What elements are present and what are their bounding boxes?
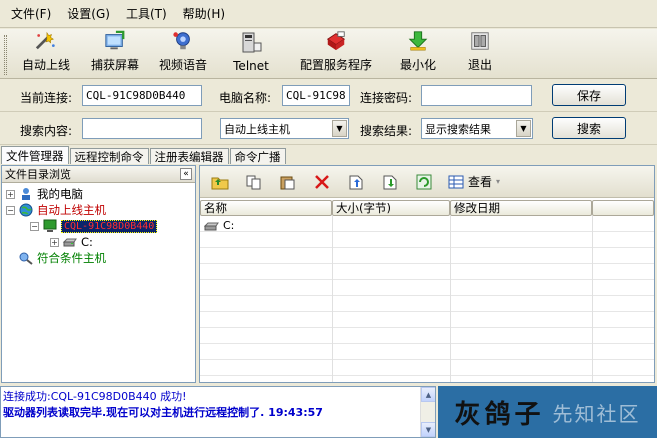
upload-button[interactable] xyxy=(342,170,370,194)
delete-button[interactable] xyxy=(308,170,336,194)
copy-button[interactable] xyxy=(240,170,268,194)
search-row: 搜索内容: 自动上线主机 ▼ 搜索结果: 显示搜索结果 ▼ 搜索 xyxy=(0,113,657,145)
paste-button[interactable] xyxy=(274,170,302,194)
search-button[interactable]: 搜索 xyxy=(552,117,626,139)
refresh-icon xyxy=(416,174,432,189)
view-menu-button[interactable]: 查看 ▾ xyxy=(444,173,504,190)
exit-button[interactable]: 退出 xyxy=(450,30,510,78)
column-size[interactable]: 大小(字节) xyxy=(332,200,450,216)
brand-panel: 灰鸽子 先知社区 xyxy=(438,386,657,438)
connection-password-field[interactable] xyxy=(421,85,532,106)
expand-icon[interactable]: + xyxy=(50,237,59,247)
search-content-label: 搜索内容: xyxy=(20,124,73,138)
collapse-pane-icon[interactable]: « xyxy=(180,168,192,180)
dropdown-arrow-icon: ▾ xyxy=(496,177,501,186)
chevron-down-icon[interactable]: ▼ xyxy=(516,120,531,137)
main-tabs: 文件管理器 远程控制命令 注册表编辑器 命令广播 xyxy=(0,146,657,164)
column-name[interactable]: 名称 xyxy=(200,200,332,216)
connection-password-label: 连接密码: xyxy=(360,91,413,105)
video-voice-icon xyxy=(173,32,190,50)
collapse-icon[interactable]: − xyxy=(6,205,15,215)
column-extra[interactable] xyxy=(592,200,654,216)
grid-view-icon xyxy=(448,175,464,188)
telnet-button[interactable]: Telnet xyxy=(216,30,286,78)
tree-node-my-computer[interactable]: + 我的电脑 xyxy=(6,186,83,202)
search-users-icon xyxy=(19,252,33,265)
tab-file-manager[interactable]: 文件管理器 xyxy=(1,146,69,164)
menu-settings[interactable]: 设置(G) xyxy=(64,3,113,24)
directory-tree-pane: 文件目录浏览 « + 我的电脑 − 自动上线主机 − CQL-91C98D0B4… xyxy=(1,165,196,383)
log-line-1: 连接成功:CQL-91C98D0B440 成功! xyxy=(3,390,187,403)
refresh-button[interactable] xyxy=(410,170,438,194)
file-list-body[interactable] xyxy=(200,216,654,382)
video-voice-button[interactable]: 视频语音 xyxy=(150,30,216,78)
paste-icon xyxy=(280,176,295,189)
current-connection-label: 当前连接: xyxy=(20,91,73,105)
tab-remote-control-commands[interactable]: 远程控制命令 xyxy=(69,148,149,164)
main-toolbar: 自动上线 捕获屏幕 视频语音 Telnet 配置服务程序 最小化 退出 xyxy=(0,29,657,79)
config-service-button[interactable]: 配置服务程序 xyxy=(286,30,386,78)
search-scope-select[interactable]: 自动上线主机 ▼ xyxy=(220,118,349,139)
monitor-icon xyxy=(43,219,57,232)
chevron-down-icon[interactable]: ▼ xyxy=(332,120,347,137)
file-list-header: 名称 大小(字节) 修改日期 xyxy=(200,200,654,216)
drive-icon xyxy=(204,222,219,230)
auto-online-button[interactable]: 自动上线 xyxy=(12,30,80,78)
download-button[interactable] xyxy=(376,170,404,194)
download-icon xyxy=(383,175,397,189)
tree-node-auto-online-hosts[interactable]: − 自动上线主机 xyxy=(6,202,106,218)
menu-help[interactable]: 帮助(H) xyxy=(180,3,228,24)
parent-folder-button[interactable] xyxy=(206,170,234,194)
tab-registry-editor[interactable]: 注册表编辑器 xyxy=(149,148,229,164)
copy-icon xyxy=(246,175,261,189)
save-button[interactable]: 保存 xyxy=(552,84,626,106)
log-scrollbar[interactable]: ▲ ▼ xyxy=(420,387,435,437)
person-computer-icon xyxy=(22,188,30,200)
upload-icon xyxy=(349,175,363,189)
status-log[interactable]: 连接成功:CQL-91C98D0B440 成功! 驱动器列表读取完毕.现在可以对… xyxy=(0,386,436,438)
menu-tools[interactable]: 工具(T) xyxy=(123,3,170,24)
tree-node-host[interactable]: − CQL-91C98D0B440 xyxy=(30,218,158,234)
minimize-button[interactable]: 最小化 xyxy=(386,30,450,78)
brand-logo: 灰鸽子 xyxy=(454,399,545,430)
expand-icon[interactable]: + xyxy=(6,189,15,199)
column-modified-date[interactable]: 修改日期 xyxy=(450,200,592,216)
telnet-computer-icon xyxy=(242,32,262,53)
tree-pane-header: 文件目录浏览 « xyxy=(2,166,195,183)
capture-screen-button[interactable]: 捕获屏幕 xyxy=(80,30,150,78)
menu-bar: 文件(F) 设置(G) 工具(T) 帮助(H) xyxy=(0,0,657,28)
current-connection-field[interactable] xyxy=(82,85,202,106)
config-service-icon xyxy=(326,31,346,51)
collapse-icon[interactable]: − xyxy=(30,221,39,231)
globe-icon xyxy=(19,203,33,217)
tree-node-matched-hosts[interactable]: 符合条件主机 xyxy=(18,250,106,266)
scroll-down-icon[interactable]: ▼ xyxy=(421,422,435,437)
minimize-arrow-icon xyxy=(408,31,428,51)
screen-capture-icon xyxy=(105,30,125,50)
tree-pane-title: 文件目录浏览 xyxy=(5,168,71,181)
connection-row: 当前连接: 电脑名称: 连接密码: 保存 xyxy=(0,80,657,112)
watermark: 先知社区 xyxy=(552,401,641,426)
log-line-2: 驱动器列表读取完毕.现在可以对主机进行远程控制了. 19:43:57 xyxy=(3,406,323,419)
file-row[interactable]: C: xyxy=(204,219,234,232)
toolbar-grip[interactable] xyxy=(4,35,7,75)
search-result-label: 搜索结果: xyxy=(360,124,413,138)
computer-name-label: 电脑名称: xyxy=(219,91,272,105)
folder-up-icon xyxy=(211,177,229,189)
scroll-up-icon[interactable]: ▲ xyxy=(421,387,435,402)
file-toolbar: 查看 ▾ xyxy=(200,166,654,198)
drive-icon xyxy=(62,238,77,247)
menu-file[interactable]: 文件(F) xyxy=(8,3,54,24)
file-list-pane: 查看 ▾ 名称 大小(字节) 修改日期 C: xyxy=(199,165,655,383)
search-content-field[interactable] xyxy=(82,118,202,139)
wizard-icon xyxy=(35,31,55,50)
tree-node-drive-c[interactable]: + C: xyxy=(50,234,93,250)
exit-icon xyxy=(471,32,489,50)
search-result-select[interactable]: 显示搜索结果 ▼ xyxy=(421,118,533,139)
delete-icon xyxy=(315,174,329,189)
computer-name-field[interactable] xyxy=(282,85,350,106)
tab-command-broadcast[interactable]: 命令广播 xyxy=(229,148,286,164)
